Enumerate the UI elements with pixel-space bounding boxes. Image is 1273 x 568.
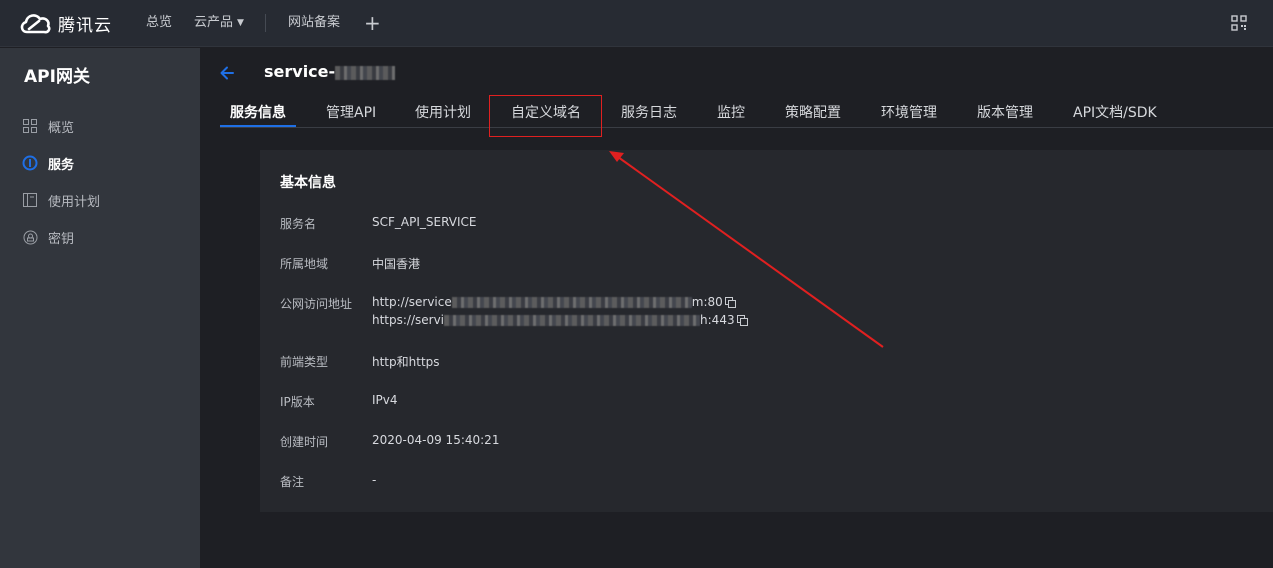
tab-policy-config[interactable]: 策略配置 bbox=[785, 98, 841, 128]
http-address-start: http://service bbox=[372, 295, 452, 309]
redacted-service-id bbox=[335, 65, 396, 80]
plan-icon bbox=[22, 192, 38, 208]
ip-version-value: IPv4 bbox=[372, 393, 398, 407]
service-name-label: 服务名 bbox=[280, 217, 317, 231]
region-label: 所属地域 bbox=[280, 257, 329, 271]
brand-name: 腾讯云 bbox=[58, 15, 112, 36]
public-address-https: https://servi h:443 bbox=[372, 313, 748, 327]
https-address-start: https://servi bbox=[372, 313, 445, 327]
sidebar-item-keys[interactable]: 密钥 bbox=[22, 226, 74, 248]
remark-value: - bbox=[372, 473, 377, 487]
sidebar-item-overview[interactable]: 概览 bbox=[22, 115, 74, 137]
sidebar-item-service[interactable]: 服务 bbox=[22, 152, 74, 174]
tab-environment[interactable]: 环境管理 bbox=[881, 98, 937, 128]
service-icon bbox=[22, 155, 38, 171]
created-time-value: 2020-04-09 15:40:21 bbox=[372, 433, 500, 447]
redacted-https-domain bbox=[444, 315, 701, 326]
nav-products-label: 云产品 bbox=[194, 15, 234, 30]
tab-service-log[interactable]: 服务日志 bbox=[621, 98, 677, 128]
chevron-down-icon: ▼ bbox=[237, 18, 244, 28]
tab-api-doc-sdk[interactable]: API文档/SDK bbox=[1073, 98, 1157, 128]
sidebar-item-usage-plan[interactable]: 使用计划 bbox=[22, 189, 100, 211]
sidebar-item-label: 服务 bbox=[48, 157, 75, 173]
qr-code-icon[interactable] bbox=[1231, 15, 1247, 31]
tab-custom-domain[interactable]: 自定义域名 bbox=[511, 98, 581, 128]
sidebar: API网关 概览 服务 使用计划 密钥 bbox=[0, 48, 200, 568]
tab-monitor[interactable]: 监控 bbox=[717, 98, 745, 128]
http-address-end: m:80 bbox=[691, 295, 723, 309]
region-value: 中国香港 bbox=[372, 257, 421, 271]
back-arrow-icon[interactable] bbox=[218, 64, 236, 82]
basic-info-card: 基本信息 服务名 SCF_API_SERVICE 所属地域 中国香港 公网访问地… bbox=[260, 150, 1273, 512]
tencent-cloud-logo[interactable]: 腾讯云 bbox=[18, 10, 112, 36]
public-address-http: http://service m:80 bbox=[372, 295, 736, 309]
tab-service-info[interactable]: 服务信息 bbox=[230, 98, 286, 128]
tab-manage-api[interactable]: 管理API bbox=[326, 98, 376, 128]
sidebar-item-label: 密钥 bbox=[48, 231, 75, 247]
public-address-label: 公网访问地址 bbox=[280, 297, 353, 311]
copy-icon[interactable] bbox=[724, 297, 736, 308]
nav-products-menu[interactable]: 云产品 ▼ bbox=[194, 0, 244, 47]
basic-info-title: 基本信息 bbox=[280, 175, 336, 191]
frontend-type-value: http和https bbox=[372, 355, 440, 369]
nav-icp-filing-link[interactable]: 网站备案 bbox=[288, 0, 340, 47]
https-address-end: h:443 bbox=[700, 313, 735, 327]
top-navigation-bar: 腾讯云 总览 云产品 ▼ 网站备案 + bbox=[0, 0, 1273, 47]
service-name-value: SCF_API_SERVICE bbox=[372, 215, 477, 229]
add-shortcut-icon[interactable]: + bbox=[364, 10, 381, 36]
main-content: service- 服务信息 管理API 使用计划 自定义域名 服务日志 监控 策… bbox=[200, 48, 1273, 568]
sidebar-title: API网关 bbox=[24, 67, 90, 87]
service-tabs: 服务信息 管理API 使用计划 自定义域名 服务日志 监控 策略配置 环境管理 … bbox=[220, 98, 1273, 128]
tab-usage-plan[interactable]: 使用计划 bbox=[415, 98, 471, 128]
grid-icon bbox=[22, 118, 38, 134]
remark-label: 备注 bbox=[280, 475, 305, 489]
created-time-label: 创建时间 bbox=[280, 435, 329, 449]
sidebar-item-label: 概览 bbox=[48, 120, 75, 136]
nav-overview-link[interactable]: 总览 bbox=[146, 0, 172, 47]
nav-divider bbox=[265, 14, 266, 32]
frontend-type-label: 前端类型 bbox=[280, 355, 329, 369]
active-tab-indicator bbox=[220, 125, 296, 127]
ip-version-label: IP版本 bbox=[280, 395, 315, 409]
copy-icon[interactable] bbox=[736, 315, 748, 326]
tab-version[interactable]: 版本管理 bbox=[977, 98, 1033, 128]
key-icon bbox=[22, 229, 38, 245]
cloud-logo-icon bbox=[20, 14, 51, 34]
redacted-http-domain bbox=[451, 297, 692, 308]
sidebar-item-label: 使用计划 bbox=[48, 194, 101, 210]
service-id-prefix: service- bbox=[264, 62, 336, 81]
service-title: service- bbox=[264, 62, 396, 81]
